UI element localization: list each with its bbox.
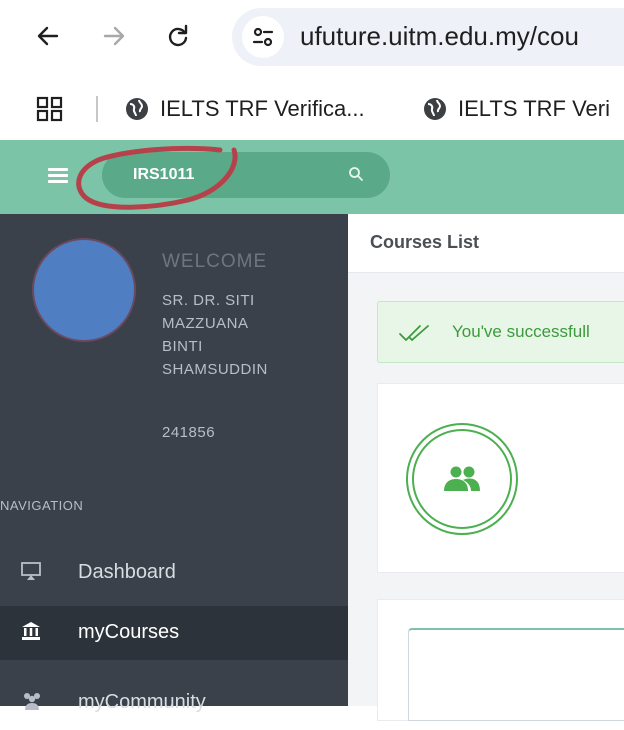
navigation-heading: NAVIGATION bbox=[0, 498, 84, 513]
sidebar-item-mycommunity[interactable]: myCommunity bbox=[0, 676, 348, 730]
sidebar-item-dashboard[interactable]: Dashboard bbox=[0, 546, 348, 600]
forward-button[interactable] bbox=[96, 18, 132, 54]
bookmark-item[interactable]: IELTS TRF Veri bbox=[422, 94, 610, 124]
page-header: Courses List bbox=[348, 214, 624, 273]
success-alert: You've successfull bbox=[377, 301, 624, 363]
user-name: SR. DR. SITI MAZZUANA BINTI SHAMSUDDIN bbox=[162, 289, 342, 381]
user-name-line: SHAMSUDDIN bbox=[162, 361, 268, 378]
user-name-line: MAZZUANA bbox=[162, 315, 249, 332]
course-card-inner bbox=[408, 628, 624, 721]
page-title: Courses List bbox=[370, 232, 480, 252]
site-info-button[interactable] bbox=[242, 16, 284, 58]
menu-toggle-icon[interactable] bbox=[48, 168, 68, 184]
course-card-badge-inner bbox=[412, 429, 512, 529]
globe-icon bbox=[424, 98, 446, 120]
user-id: 241856 bbox=[162, 424, 216, 441]
monitor-icon bbox=[21, 562, 41, 580]
back-button[interactable] bbox=[30, 18, 66, 54]
bookmark-item[interactable]: IELTS TRF Verifica... bbox=[124, 94, 365, 124]
globe-icon bbox=[126, 98, 148, 120]
sidebar-item-label: myCourses bbox=[78, 621, 180, 643]
bank-icon bbox=[22, 622, 40, 640]
course-search-input[interactable]: IRS1011 bbox=[102, 152, 390, 198]
tune-icon bbox=[252, 27, 274, 47]
bookmark-divider bbox=[96, 96, 98, 122]
course-card-badge bbox=[406, 423, 518, 535]
alert-message: You've successfull bbox=[452, 322, 590, 341]
browser-chrome: ufuture.uitm.edu.my/cou IELTS TRF Verifi… bbox=[0, 0, 624, 140]
user-name-line: SR. DR. SITI bbox=[162, 292, 255, 309]
bookmark-label: IELTS TRF Veri bbox=[458, 96, 611, 121]
sidebar-item-label: Dashboard bbox=[78, 561, 176, 583]
avatar[interactable] bbox=[34, 240, 134, 340]
forward-arrow-icon bbox=[103, 26, 125, 46]
address-bar[interactable]: ufuture.uitm.edu.my/cou bbox=[232, 8, 624, 66]
search-value[interactable]: IRS1011 bbox=[133, 166, 194, 184]
apps-grid-icon[interactable] bbox=[36, 96, 64, 122]
users-icon bbox=[24, 693, 40, 710]
user-name-line: BINTI bbox=[162, 338, 203, 355]
sidebar-item-mycourses[interactable]: myCourses bbox=[0, 606, 348, 660]
reload-icon bbox=[168, 24, 188, 47]
search-icon[interactable] bbox=[348, 166, 364, 182]
url-text[interactable]: ufuture.uitm.edu.my/cou bbox=[300, 21, 579, 52]
welcome-label: WELCOME bbox=[162, 251, 268, 272]
users-icon bbox=[444, 466, 480, 491]
back-arrow-icon bbox=[37, 26, 59, 46]
double-check-icon bbox=[399, 325, 429, 341]
reload-button[interactable] bbox=[160, 18, 196, 54]
bookmark-label: IELTS TRF Verifica... bbox=[160, 96, 365, 121]
sidebar-item-label: myCommunity bbox=[78, 691, 206, 713]
